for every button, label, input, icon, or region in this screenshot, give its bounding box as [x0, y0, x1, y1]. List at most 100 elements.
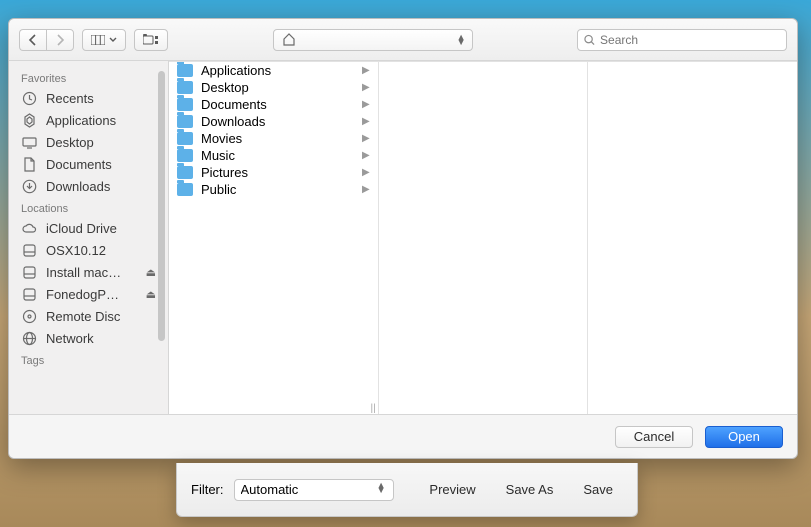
- column-resize-handle[interactable]: ||: [370, 403, 375, 414]
- forward-button[interactable]: [46, 29, 74, 51]
- folder-icon: [177, 81, 193, 94]
- search-icon: [584, 34, 595, 46]
- disk-icon: [21, 286, 37, 302]
- chevron-right-icon: ▶: [362, 167, 370, 178]
- folder-name: Documents: [201, 97, 354, 112]
- group-button[interactable]: [134, 29, 168, 51]
- sidebar-item[interactable]: Network: [9, 327, 168, 349]
- sidebar-item-label: Documents: [46, 157, 156, 172]
- downloads-icon: [21, 178, 37, 194]
- nav-segmented: [19, 29, 74, 51]
- parent-sheet: Filter: Automatic ▲▼ Preview Save As Sav…: [176, 463, 638, 517]
- search-input[interactable]: [600, 33, 780, 47]
- sidebar-item-label: Downloads: [46, 179, 156, 194]
- column-view: Applications▶Desktop▶Documents▶Downloads…: [169, 61, 797, 414]
- open-button[interactable]: Open: [705, 426, 783, 448]
- cancel-button[interactable]: Cancel: [615, 426, 693, 448]
- sidebar-item-label: Install mac…: [46, 265, 137, 280]
- recents-icon: [21, 90, 37, 106]
- dialog-footer: Cancel Open: [9, 414, 797, 458]
- folder-name: Applications: [201, 63, 354, 78]
- eject-icon[interactable]: ⏏: [146, 288, 156, 301]
- chevron-right-icon: ▶: [362, 99, 370, 110]
- chevron-left-icon: [28, 34, 38, 46]
- stepper-icon: ▲▼: [457, 35, 466, 45]
- chevron-right-icon: ▶: [362, 150, 370, 161]
- sidebar-item[interactable]: Desktop: [9, 131, 168, 153]
- sidebar-item-label: FonedogP…: [46, 287, 137, 302]
- documents-icon: [21, 156, 37, 172]
- column-1[interactable]: Applications▶Desktop▶Documents▶Downloads…: [169, 62, 379, 414]
- folder-item[interactable]: Applications ▶: [169, 62, 378, 79]
- column-3[interactable]: [588, 62, 797, 414]
- sidebar-item[interactable]: Recents: [9, 87, 168, 109]
- folder-icon: [177, 98, 193, 111]
- filter-label: Filter:: [191, 482, 224, 497]
- network-icon: [21, 330, 37, 346]
- sidebar-item[interactable]: Documents: [9, 153, 168, 175]
- folder-item[interactable]: Downloads ▶: [169, 113, 378, 130]
- toolbar: ▲▼: [9, 19, 797, 61]
- folder-icon: [177, 166, 193, 179]
- sidebar: Favorites Recents Applications Desktop Docu…: [9, 61, 169, 414]
- eject-icon[interactable]: ⏏: [146, 266, 156, 279]
- sidebar-item[interactable]: Remote Disc: [9, 305, 168, 327]
- view-mode-button[interactable]: [82, 29, 126, 51]
- folder-icon: [177, 132, 193, 145]
- save-button[interactable]: Save: [573, 478, 623, 501]
- column-2[interactable]: [379, 62, 589, 414]
- folder-icon: [177, 149, 193, 162]
- sidebar-item-label: Remote Disc: [46, 309, 156, 324]
- sidebar-item[interactable]: Downloads: [9, 175, 168, 197]
- folder-item[interactable]: Pictures ▶: [169, 164, 378, 181]
- folder-name: Downloads: [201, 114, 354, 129]
- chevron-right-icon: ▶: [362, 133, 370, 144]
- columns-icon: [91, 35, 105, 45]
- applications-icon: [21, 112, 37, 128]
- search-field[interactable]: [577, 29, 787, 51]
- sidebar-section-favorites: Favorites: [9, 67, 168, 87]
- folder-icon: [177, 183, 193, 196]
- cloud-icon: [21, 220, 37, 236]
- dialog-body: Favorites RecentsApplicationsDesktopDocu…: [9, 61, 797, 414]
- sidebar-item[interactable]: Applications: [9, 109, 168, 131]
- disc-icon: [21, 308, 37, 324]
- chevron-right-icon: [55, 34, 65, 46]
- sidebar-item[interactable]: OSX10.12: [9, 239, 168, 261]
- desktop-icon: [21, 134, 37, 150]
- filter-select[interactable]: Automatic: [234, 479, 394, 501]
- sidebar-section-tags: Tags: [9, 349, 168, 369]
- chevron-right-icon: ▶: [362, 184, 370, 195]
- folder-item[interactable]: Public ▶: [169, 181, 378, 198]
- disk-icon: [21, 242, 37, 258]
- saveas-button[interactable]: Save As: [496, 478, 564, 501]
- home-icon: [282, 33, 296, 46]
- back-button[interactable]: [19, 29, 46, 51]
- sidebar-item-label: Recents: [46, 91, 156, 106]
- chevron-right-icon: ▶: [362, 65, 370, 76]
- folder-name: Desktop: [201, 80, 354, 95]
- preview-button[interactable]: Preview: [419, 478, 485, 501]
- folder-item[interactable]: Desktop ▶: [169, 79, 378, 96]
- folder-name: Public: [201, 182, 354, 197]
- folder-grid-icon: [143, 34, 159, 46]
- folder-icon: [177, 115, 193, 128]
- chevron-right-icon: ▶: [362, 82, 370, 93]
- sidebar-item[interactable]: FonedogP… ⏏: [9, 283, 168, 305]
- folder-item[interactable]: Music▶: [169, 147, 378, 164]
- sidebar-item-label: Network: [46, 331, 156, 346]
- folder-item[interactable]: Documents ▶: [169, 96, 378, 113]
- sidebar-item[interactable]: iCloud Drive: [9, 217, 168, 239]
- folder-name: Pictures: [201, 165, 354, 180]
- sidebar-item[interactable]: Install mac… ⏏: [9, 261, 168, 283]
- chevron-right-icon: ▶: [362, 116, 370, 127]
- sidebar-section-locations: Locations: [9, 197, 168, 217]
- sidebar-item-label: Applications: [46, 113, 156, 128]
- folder-item[interactable]: Movies ▶: [169, 130, 378, 147]
- sidebar-item-label: Desktop: [46, 135, 156, 150]
- folder-name: Movies: [201, 131, 354, 146]
- sidebar-item-label: iCloud Drive: [46, 221, 156, 236]
- sidebar-scrollbar[interactable]: [158, 61, 165, 414]
- path-control[interactable]: ▲▼: [273, 29, 473, 51]
- chevron-down-icon: [109, 37, 117, 43]
